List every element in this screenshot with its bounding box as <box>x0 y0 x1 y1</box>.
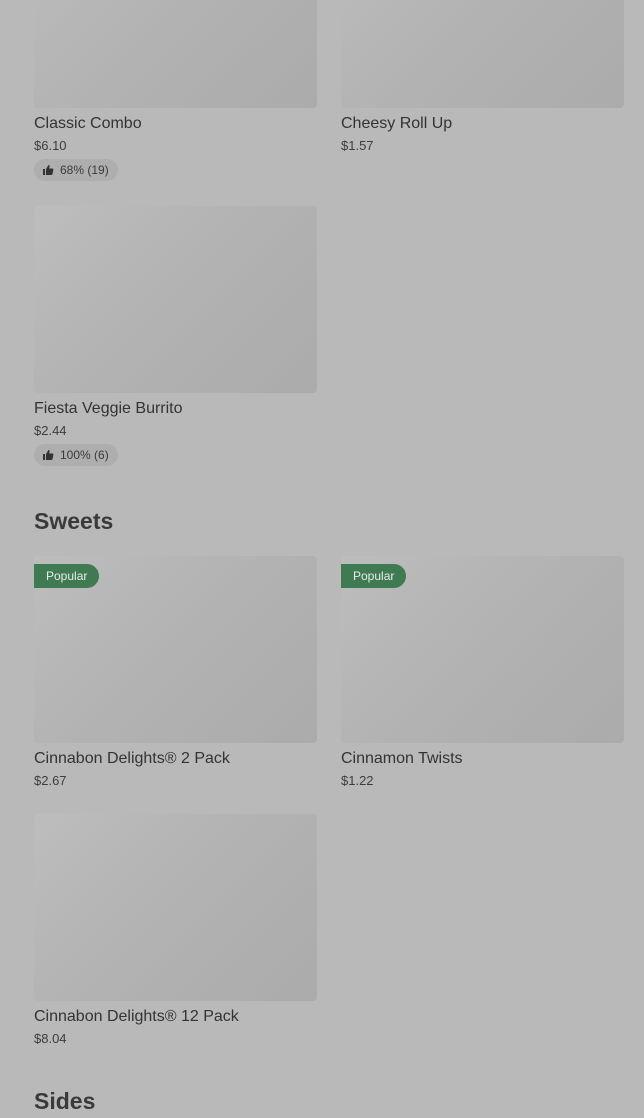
section-title-sides: Sides <box>34 1088 96 1114</box>
item-price: $8.04 <box>34 1031 67 1046</box>
item-price: $6.10 <box>34 138 67 153</box>
item-image: Popular <box>341 556 624 743</box>
item-name: Classic Combo <box>34 115 142 132</box>
item-price: $1.22 <box>341 773 374 788</box>
menu-item-card[interactable]: Classic Combo $6.10 68% (19) <box>34 0 317 181</box>
menu-item-card[interactable]: Fiesta Veggie Burrito $2.44 100% (6) <box>34 206 317 466</box>
item-image: Popular <box>34 556 317 743</box>
rating-badge: 100% (6) <box>34 444 118 466</box>
menu-item-card[interactable]: Popular Cinnamon Twists $1.22 <box>341 556 624 789</box>
rating-text: 68% (19) <box>60 163 109 177</box>
popular-badge: Popular <box>34 564 100 588</box>
thumbs-up-icon <box>43 165 54 175</box>
menu-item-card[interactable]: Popular Cinnabon Delights® 2 Pack $2.67 <box>34 556 317 789</box>
item-price: $2.44 <box>34 423 67 438</box>
rating-text: 100% (6) <box>60 448 109 462</box>
item-image <box>34 814 317 1001</box>
rating-badge: 68% (19) <box>34 159 118 181</box>
item-price: $1.57 <box>341 138 374 153</box>
item-image <box>34 206 317 393</box>
item-image <box>34 0 317 108</box>
item-name: Cinnabon Delights® 2 Pack <box>34 750 230 767</box>
section-title-sweets: Sweets <box>34 508 114 534</box>
menu-item-card[interactable]: Cinnabon Delights® 12 Pack $8.04 <box>34 814 317 1047</box>
item-name: Fiesta Veggie Burrito <box>34 400 183 417</box>
item-name: Cinnamon Twists <box>341 750 463 767</box>
item-name: Cinnabon Delights® 12 Pack <box>34 1008 239 1025</box>
item-price: $2.67 <box>34 773 67 788</box>
item-image <box>341 0 624 108</box>
menu-item-card[interactable]: Cheesy Roll Up $1.57 <box>341 0 624 154</box>
popular-badge: Popular <box>341 564 407 588</box>
thumbs-up-icon <box>43 450 54 460</box>
item-name: Cheesy Roll Up <box>341 115 453 132</box>
